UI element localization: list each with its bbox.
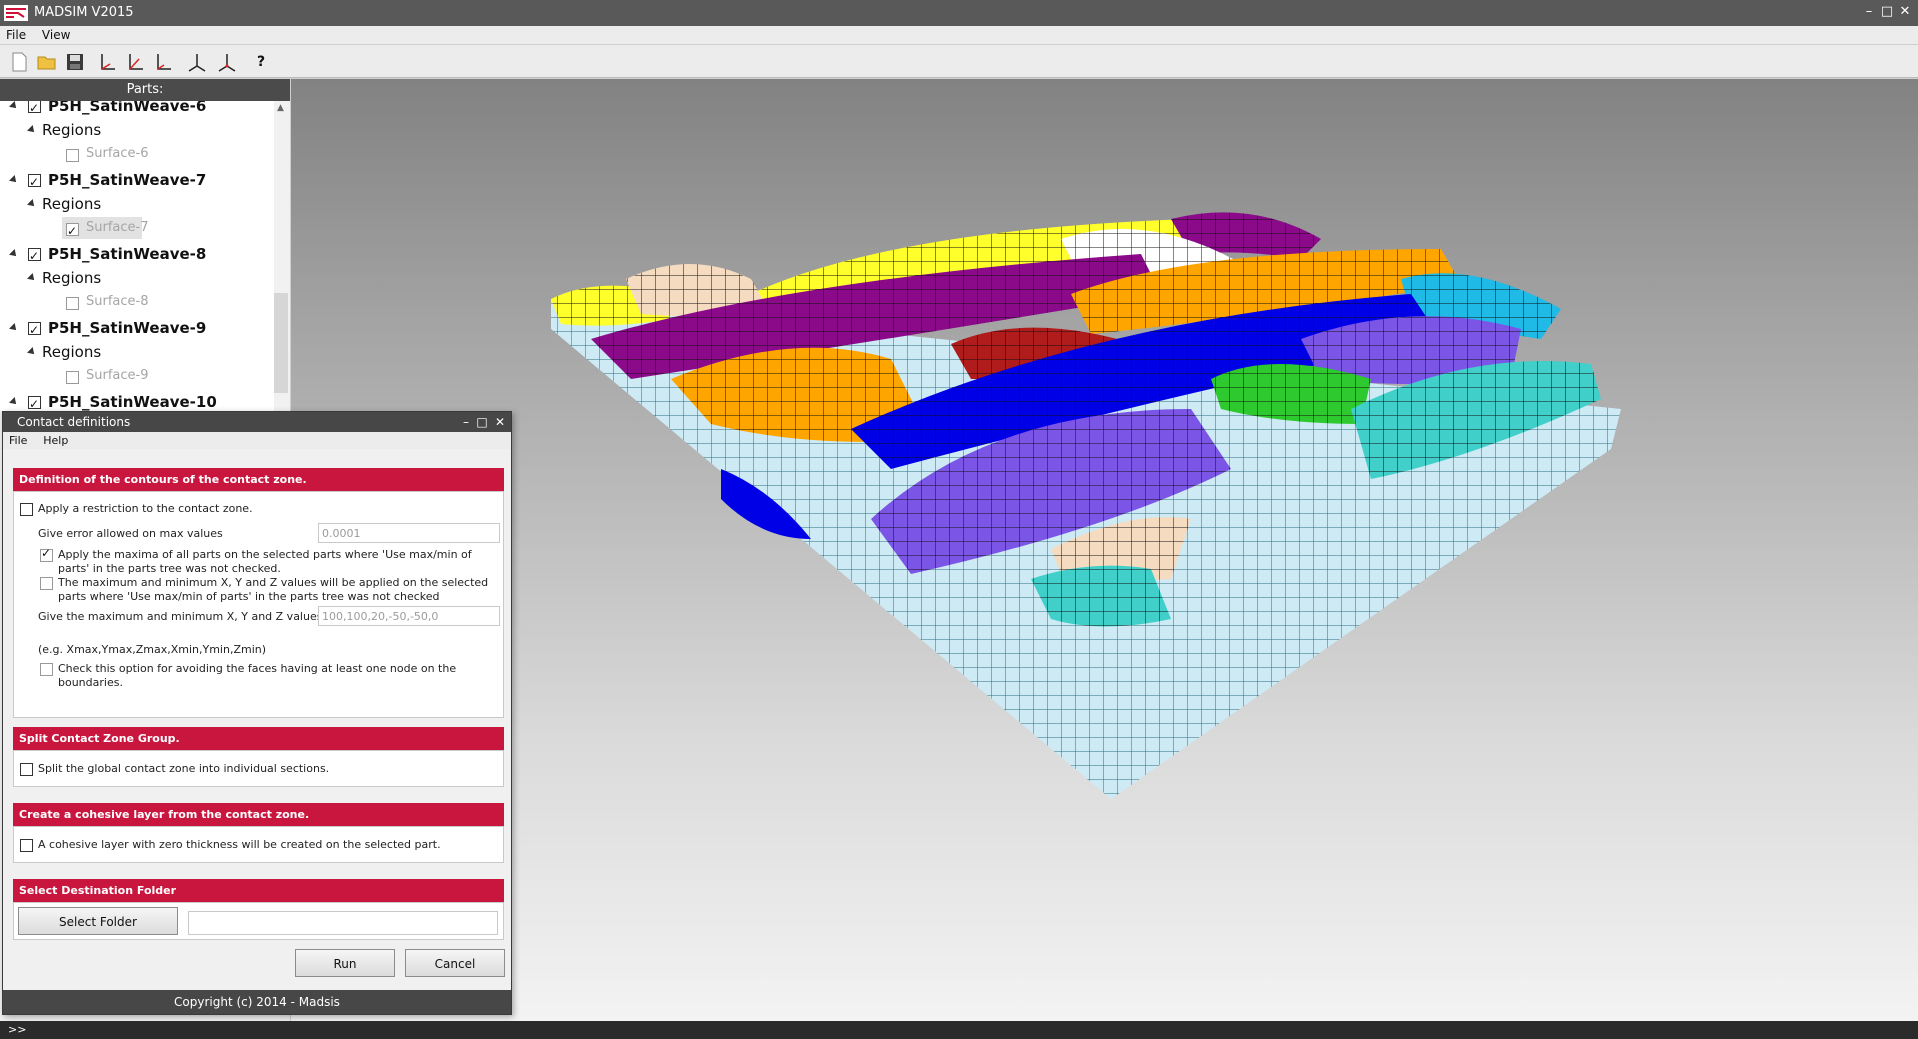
part-label: P5H_SatinWeave-10	[48, 393, 217, 411]
cohesive-label: A cohesive layer with zero thickness wil…	[38, 838, 441, 851]
axis-x-icon[interactable]	[96, 51, 118, 73]
dialog-menu-bar: File Help	[3, 432, 511, 449]
error-input[interactable]: 0.0001	[318, 523, 500, 543]
menu-bar: File View	[0, 26, 1918, 45]
section-contours-body: Apply a restriction to the contact zone.…	[13, 491, 504, 718]
surface-checkbox[interactable]	[66, 371, 79, 384]
yarn-teal-front-mesh	[1031, 565, 1171, 627]
dialog-maximize-button[interactable]: □	[473, 413, 491, 431]
cohesive-checkbox[interactable]	[20, 839, 33, 852]
dialog-title-bar: Contact definitions – □ ✕	[3, 412, 511, 432]
menu-view[interactable]: View	[36, 26, 76, 44]
close-button[interactable]: ✕	[1896, 3, 1914, 21]
split-checkbox[interactable]	[20, 763, 33, 776]
section-cohesive-header: Create a cohesive layer from the contact…	[13, 803, 504, 826]
folder-path-input[interactable]	[188, 911, 498, 935]
run-button[interactable]: Run	[295, 949, 395, 977]
section-destination-body: Select Folder	[13, 902, 504, 940]
command-prompt-bar[interactable]: >>	[0, 1021, 1918, 1039]
part-label: P5H_SatinWeave-6	[48, 101, 207, 115]
part-label: P5H_SatinWeave-9	[48, 319, 207, 337]
collapse-icon[interactable]	[9, 323, 19, 333]
avoid-faces-checkbox[interactable]	[40, 663, 53, 676]
weave-model[interactable]	[291, 79, 1918, 1021]
apply-maxima-label: Apply the maxima of all parts on the sel…	[58, 548, 472, 575]
madsim-logo-icon	[4, 5, 28, 21]
part-label: P5H_SatinWeave-8	[48, 245, 207, 263]
surface-checkbox[interactable]	[66, 297, 79, 310]
regions-label: Regions	[42, 343, 102, 361]
title-bar: MADSIM V2015 – □ ✕	[0, 0, 1918, 26]
section-cohesive-body: A cohesive layer with zero thickness wil…	[13, 826, 504, 863]
part-checkbox[interactable]	[28, 101, 41, 119]
part-checkbox[interactable]	[28, 393, 41, 411]
save-icon[interactable]	[64, 51, 86, 73]
section-split-header: Split Contact Zone Group.	[13, 727, 504, 750]
axis-xyz-icon[interactable]	[216, 51, 238, 73]
regions-label: Regions	[42, 269, 102, 287]
3d-viewport[interactable]	[291, 79, 1918, 1021]
scroll-up-icon[interactable]: ▲	[277, 103, 284, 113]
dialog-menu-help[interactable]: Help	[37, 432, 74, 449]
collapse-icon[interactable]	[27, 273, 37, 283]
dialog-close-button[interactable]: ✕	[491, 413, 509, 431]
select-folder-button[interactable]: Select Folder	[18, 907, 178, 935]
part-checkbox[interactable]	[28, 245, 41, 267]
regions-label: Regions	[42, 121, 102, 139]
section-contours-header: Definition of the contours of the contac…	[13, 468, 504, 491]
apply-maxima-checkbox[interactable]	[40, 546, 53, 562]
restriction-checkbox[interactable]	[20, 503, 33, 516]
max-min-note-checkbox[interactable]	[40, 577, 53, 590]
maxmin-label: Give the maximum and minimum X, Y and Z …	[38, 610, 323, 623]
part-checkbox[interactable]	[28, 319, 41, 341]
tree-surface-row[interactable]: Surface-7	[62, 217, 149, 242]
split-label: Split the global contact zone into indiv…	[38, 762, 330, 775]
surface-label: Surface-8	[86, 294, 149, 309]
maxmin-example: (e.g. Xmax,Ymax,Zmax,Xmin,Ymin,Zmin)	[38, 643, 267, 656]
maximize-button[interactable]: □	[1878, 3, 1896, 21]
collapse-icon[interactable]	[27, 125, 37, 135]
new-file-icon[interactable]	[8, 51, 30, 73]
axis-xy-icon[interactable]	[186, 51, 208, 73]
part-label: P5H_SatinWeave-7	[48, 171, 207, 189]
axis-z-icon[interactable]	[152, 51, 174, 73]
contact-definitions-dialog: Contact definitions – □ ✕ File Help Defi…	[2, 411, 512, 1015]
max-min-note-label: The maximum and minimum X, Y and Z value…	[58, 576, 489, 603]
restriction-label: Apply a restriction to the contact zone.	[38, 502, 253, 515]
collapse-icon[interactable]	[9, 101, 19, 111]
collapse-icon[interactable]	[9, 249, 19, 259]
section-destination-header: Select Destination Folder	[13, 879, 504, 902]
collapse-icon[interactable]	[9, 397, 19, 407]
collapse-icon[interactable]	[9, 175, 19, 185]
part-checkbox[interactable]	[28, 171, 41, 193]
copyright-bar: Copyright (c) 2014 - Madsis	[3, 990, 511, 1014]
cancel-button[interactable]: Cancel	[405, 949, 505, 977]
error-label: Give error allowed on max values	[38, 527, 223, 540]
help-icon[interactable]: ?	[250, 51, 272, 73]
surface-checkbox[interactable]	[66, 149, 79, 162]
minimize-button[interactable]: –	[1860, 3, 1878, 21]
window-title: MADSIM V2015	[34, 5, 134, 20]
surface-label: Surface-9	[86, 368, 149, 383]
axis-y-icon[interactable]	[124, 51, 146, 73]
regions-label: Regions	[42, 195, 102, 213]
collapse-icon[interactable]	[27, 199, 37, 209]
parts-tree: P5H_SatinWeave-6 Regions Surface-6 P5H_S…	[0, 101, 290, 411]
menu-file[interactable]: File	[0, 26, 32, 44]
section-split-body: Split the global contact zone into indiv…	[13, 750, 504, 787]
maxmin-input[interactable]: 100,100,20,-50,-50,0	[318, 606, 500, 626]
surface-checkbox[interactable]	[66, 220, 79, 242]
toolbar: ?	[0, 45, 1918, 78]
surface-label: Surface-6	[86, 146, 149, 161]
surface-label: Surface-7	[86, 220, 149, 235]
collapse-icon[interactable]	[27, 347, 37, 357]
parts-scroll-thumb[interactable]	[274, 293, 288, 393]
avoid-faces-label: Check this option for avoiding the faces…	[58, 662, 457, 689]
dialog-title: Contact definitions	[17, 415, 131, 429]
open-folder-icon[interactable]	[36, 51, 58, 73]
parts-panel-header: Parts:	[0, 79, 290, 101]
dialog-menu-file[interactable]: File	[3, 432, 33, 449]
